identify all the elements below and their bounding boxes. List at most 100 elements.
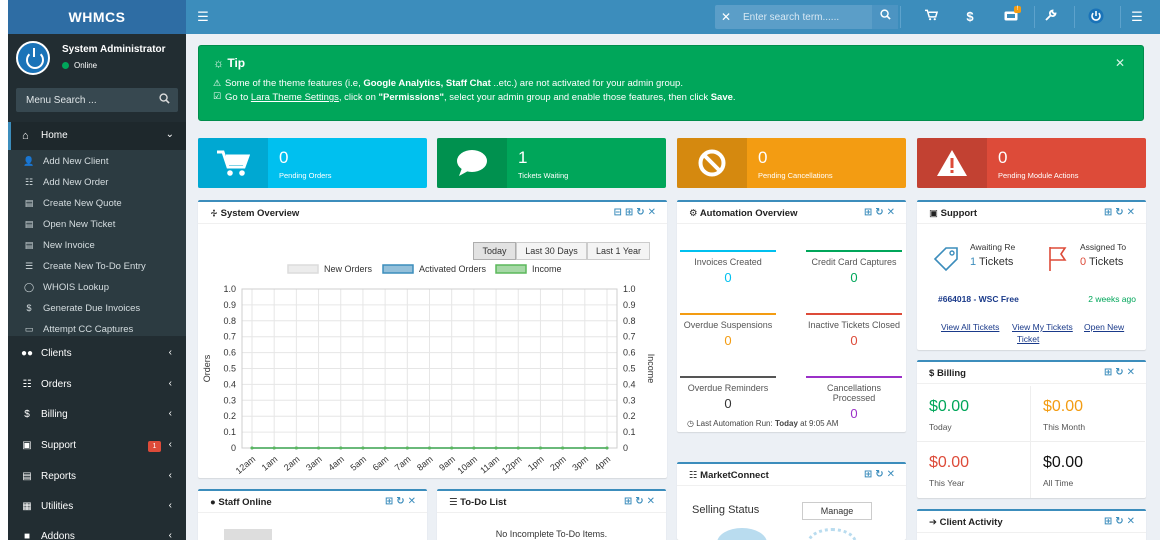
gears-icon: ⚙ [689, 208, 700, 219]
stat-overdue-suspensions: Overdue Suspensions 0 [680, 313, 776, 348]
top-navbar: ☰ ✕ $ ! ☰ [186, 0, 1160, 34]
panel-tools[interactable]: ⊞↻✕ [385, 496, 419, 507]
x-tick-label: 7am [393, 454, 413, 473]
awaiting-reply-count[interactable]: 1 Tickets [970, 256, 1013, 268]
open-new-ticket-link[interactable]: Open New [1084, 322, 1124, 332]
expand-icon[interactable]: ⊞ [625, 207, 636, 218]
sidebar-item-label: Clients [41, 348, 72, 359]
global-search-input[interactable] [743, 8, 871, 26]
open-new-ticket-link-cont[interactable]: Ticket [1017, 334, 1047, 344]
y2-tick-label: 0.7 [623, 332, 636, 342]
ticket-link[interactable]: #664018 - WSC Free [938, 294, 1019, 304]
submenu-whois-lookup[interactable]: ◯ WHOIS Lookup [8, 277, 186, 298]
close-icon[interactable]: ✕ [647, 496, 658, 507]
sidebar-item-label: Billing [41, 409, 68, 420]
infobox-pending-cancellations[interactable]: 0 Pending Cancellations [677, 138, 906, 188]
ticket-icon[interactable]: ! [994, 0, 1028, 34]
home-icon: ⌂ [22, 130, 29, 142]
refresh-icon[interactable]: ↻ [1115, 516, 1126, 527]
tag-icon [933, 247, 958, 272]
submenu-generate-due-invoices[interactable]: $ Generate Due Invoices [8, 298, 186, 319]
lara-theme-settings-link[interactable]: Lara Theme Settings [251, 92, 339, 103]
panel-tools[interactable]: ⊞↻✕ [864, 207, 898, 218]
panel-tools[interactable]: ⊞↻✕ [624, 496, 658, 507]
menu-icon[interactable]: ☰ [1120, 0, 1154, 34]
sidebar-item-orders[interactable]: ☷ Orders ‹ [8, 370, 186, 400]
menu-search-input[interactable] [26, 91, 151, 109]
expand-icon[interactable]: ⊞ [1104, 207, 1115, 218]
sidebar-item-addons[interactable]: ■ Addons ‹ [8, 522, 186, 540]
sidebar-item-clients[interactable]: ●● Clients ‹ [8, 339, 186, 369]
expand-icon[interactable]: ⊞ [864, 469, 875, 480]
close-icon[interactable]: ✕ [721, 5, 731, 29]
search-icon[interactable] [872, 5, 898, 29]
panel-header: ➔ Client Activity ⊞↻✕ [917, 511, 1146, 533]
sidebar-toggle-hamburger-icon[interactable]: ☰ [186, 0, 220, 34]
main-content: ☼ Tip ✕ ⚠ Some of the theme features (i.… [186, 34, 1160, 540]
manage-button[interactable]: Manage [802, 502, 872, 520]
close-icon[interactable]: ✕ [1115, 56, 1125, 70]
refresh-icon[interactable]: ↻ [875, 207, 886, 218]
brand-logo[interactable]: WHMCS [8, 0, 186, 34]
x-tick-label: 12pm [500, 454, 524, 476]
refresh-icon[interactable]: ↻ [636, 207, 647, 218]
data-point [272, 446, 276, 450]
sidebar-item-support[interactable]: ▣ Support 1 ‹ [8, 431, 186, 461]
submenu-attempt-cc-captures[interactable]: ▭ Attempt CC Captures [8, 319, 186, 340]
expand-icon[interactable]: ⊞ [864, 207, 875, 218]
view-all-tickets-link[interactable]: View All Tickets [941, 322, 999, 332]
assigned-to-count[interactable]: 0 Tickets [1080, 256, 1123, 268]
search-icon[interactable] [159, 88, 170, 112]
submenu-label: New Invoice [43, 240, 95, 251]
panel-tools[interactable]: ⊞↻✕ [864, 469, 898, 480]
y2-tick-label: 0.5 [623, 364, 636, 374]
system-overview-chart: New Orders Activated Orders Income 1.0 1.0 0.… [202, 264, 656, 476]
expand-icon[interactable]: ⊞ [1104, 367, 1115, 378]
infobox-pending-orders[interactable]: 0 Pending Orders [198, 138, 427, 188]
cart-icon: ☷ [689, 470, 701, 481]
minimize-icon[interactable]: ⊟ [613, 207, 624, 218]
panel-tools[interactable]: ⊞↻✕ [1104, 207, 1138, 218]
submenu-add-new-client[interactable]: 👤 Add New Client [8, 151, 186, 172]
power-icon[interactable] [1079, 0, 1113, 34]
refresh-icon[interactable]: ↻ [875, 469, 886, 480]
wrench-icon[interactable] [1034, 0, 1068, 34]
submenu-create-new-quote[interactable]: ▤ Create New Quote [8, 193, 186, 214]
expand-icon[interactable]: ⊞ [385, 496, 396, 507]
sidebar-item-reports[interactable]: ▤ Reports ‹ [8, 462, 186, 492]
close-icon[interactable]: ✕ [648, 207, 659, 218]
submenu-add-new-order[interactable]: ☷ Add New Order [8, 172, 186, 193]
close-icon[interactable]: ✕ [408, 496, 419, 507]
data-point [605, 446, 609, 450]
panel-header: ⚙ Automation Overview ⊞↻✕ [677, 202, 906, 224]
expand-icon[interactable]: ⊞ [1104, 516, 1115, 527]
x-tick-label: 9am [437, 454, 457, 473]
expand-icon[interactable]: ⊞ [624, 496, 635, 507]
refresh-icon[interactable]: ↻ [1115, 207, 1126, 218]
sidebar-item-utilities[interactable]: ▦ Utilities ‹ [8, 492, 186, 522]
panel-tools[interactable]: ⊞↻✕ [1104, 516, 1138, 527]
close-icon[interactable]: ✕ [1127, 367, 1138, 378]
refresh-icon[interactable]: ↻ [1115, 367, 1126, 378]
refresh-icon[interactable]: ↻ [635, 496, 646, 507]
infobox-value: 0 [758, 148, 768, 167]
close-icon[interactable]: ✕ [1127, 516, 1138, 527]
panel-tools[interactable]: ⊟⊞↻✕ [613, 207, 659, 218]
close-icon[interactable]: ✕ [1127, 207, 1138, 218]
submenu-open-new-ticket[interactable]: ▤ Open New Ticket [8, 214, 186, 235]
cart-icon[interactable] [914, 0, 948, 34]
sidebar-item-billing[interactable]: $ Billing ‹ [8, 400, 186, 430]
refresh-icon[interactable]: ↻ [396, 496, 407, 507]
infobox-tickets-waiting[interactable]: 1 Tickets Waiting [437, 138, 666, 188]
view-my-tickets-link[interactable]: View My Tickets [1012, 322, 1073, 332]
infobox-pending-module-actions[interactable]: 0 Pending Module Actions [917, 138, 1146, 188]
submenu-new-invoice[interactable]: ▤ New Invoice [8, 235, 186, 256]
submenu-create-todo[interactable]: ☰ Create New To-Do Entry [8, 256, 186, 277]
close-icon[interactable]: ✕ [887, 207, 898, 218]
panel-tools[interactable]: ⊞↻✕ [1104, 367, 1138, 378]
close-icon[interactable]: ✕ [887, 469, 898, 480]
last-automation-run: ◷ Last Automation Run: Today at 9:05 AM [687, 419, 839, 428]
dollar-icon[interactable]: $ [953, 0, 987, 34]
sidebar-item-label: Utilities [41, 501, 74, 512]
sidebar-item-home[interactable]: ⌂ Home ⌄ [8, 122, 186, 150]
